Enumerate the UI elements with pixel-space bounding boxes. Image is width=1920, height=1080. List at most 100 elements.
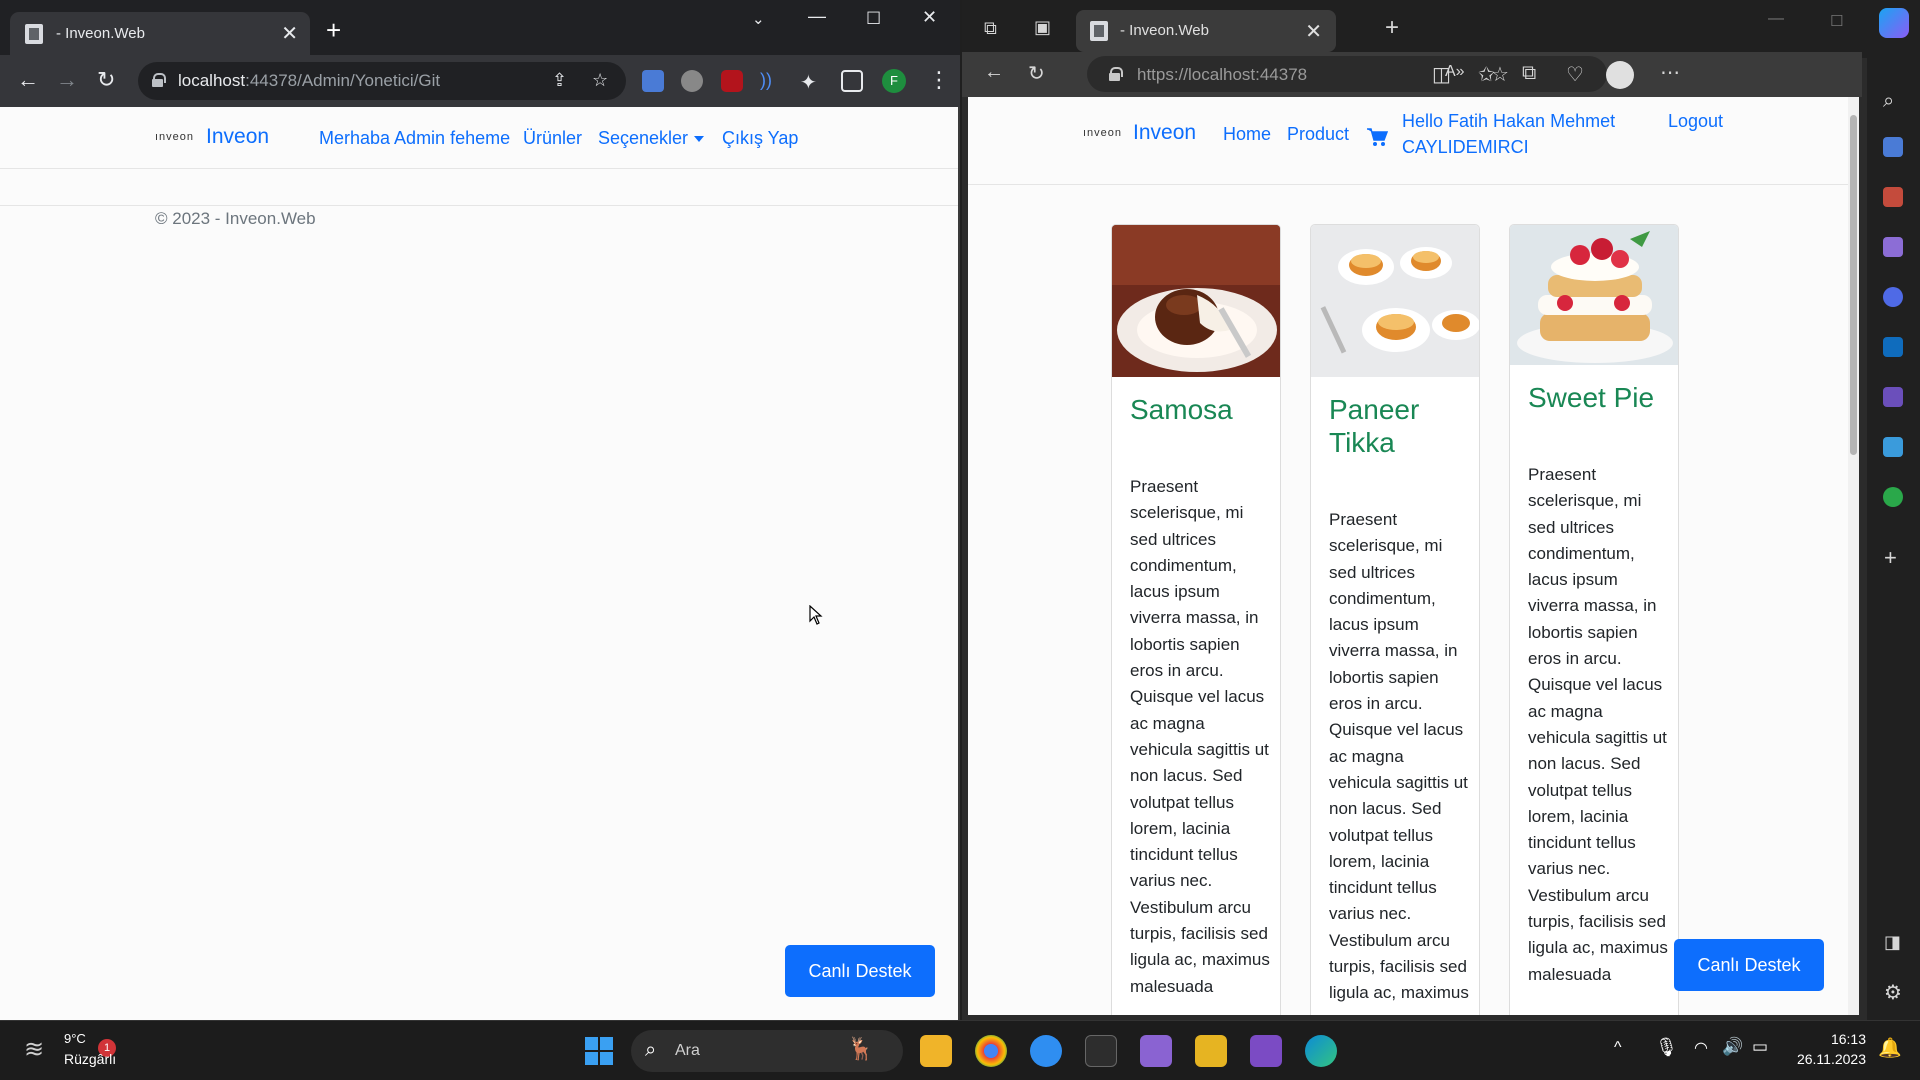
docker-icon[interactable]: [1030, 1035, 1062, 1067]
back-arrow-icon[interactable]: ←: [984, 61, 1004, 84]
product-image-flan[interactable]: [1311, 225, 1479, 377]
edge-taskbar-icon[interactable]: [1305, 1035, 1337, 1067]
product-title[interactable]: Sweet Pie: [1528, 381, 1668, 414]
nav-logout[interactable]: Çıkış Yap: [722, 128, 798, 149]
nav-greeting-line1[interactable]: Hello Fatih Hakan Mehmet: [1402, 111, 1615, 132]
outlook-icon[interactable]: [1883, 337, 1903, 357]
side-panel-icon[interactable]: [841, 70, 863, 92]
reload-icon[interactable]: ↻: [1028, 61, 1045, 86]
nav-home[interactable]: Home: [1223, 124, 1271, 145]
brand-link[interactable]: Inveon: [1133, 121, 1196, 145]
edge-new-tab-button[interactable]: +: [1385, 14, 1399, 42]
brand-logo-small[interactable]: ınveon: [1083, 127, 1122, 139]
designer-icon[interactable]: [1883, 387, 1903, 407]
page-scrollbar[interactable]: [1848, 97, 1859, 1015]
wifi-icon[interactable]: ◠: [1694, 1038, 1708, 1058]
edge-tab-close-icon[interactable]: ✕: [1305, 19, 1322, 44]
product-title[interactable]: Paneer Tikka: [1329, 393, 1469, 459]
tools-briefcase-icon[interactable]: [1883, 187, 1903, 207]
brand-logo-small[interactable]: ınveon: [155, 131, 194, 143]
nav-options-dropdown[interactable]: Seçenekler: [598, 128, 705, 149]
terminal-icon[interactable]: [1085, 1035, 1117, 1067]
nav-greeting-line2[interactable]: CAYLIDEMIRCI: [1402, 137, 1529, 158]
edge-menu-icon[interactable]: ⋯: [1660, 60, 1680, 85]
tree-icon[interactable]: [1883, 487, 1903, 507]
weather-wind-icon[interactable]: ≋: [24, 1035, 44, 1064]
volume-icon[interactable]: 🔊: [1722, 1037, 1743, 1057]
product-card[interactable]: Sweet Pie Praesent scelerisque, mi sed u…: [1509, 224, 1679, 1015]
chrome-tab-close-icon[interactable]: ✕: [281, 21, 298, 46]
notification-bell-icon[interactable]: 🔔: [1878, 1036, 1902, 1060]
clock-time[interactable]: 16:13: [1800, 1031, 1866, 1047]
chevron-up-icon[interactable]: ^: [1614, 1039, 1622, 1057]
collections-icon[interactable]: ⧉: [1522, 62, 1536, 85]
favorites-icon[interactable]: ✩: [1478, 62, 1495, 87]
product-description: Praesent scelerisque, mi sed ultrices co…: [1329, 510, 1469, 1003]
scrollbar-thumb[interactable]: [1850, 115, 1857, 455]
visual-studio-icon[interactable]: [1250, 1035, 1282, 1067]
product-card[interactable]: Samosa Praesent scelerisque, mi sed ultr…: [1111, 224, 1281, 1015]
share-icon[interactable]: ⇪: [552, 70, 567, 91]
weather-temp[interactable]: 9°C: [64, 1031, 86, 1046]
hide-sidebar-icon[interactable]: ◨: [1884, 932, 1901, 953]
chrome-tab[interactable]: - Inveon.Web ✕: [10, 12, 310, 55]
tab-actions-icon[interactable]: ▣: [1034, 17, 1051, 38]
chrome-new-tab-button[interactable]: +: [326, 17, 341, 43]
chrome-profile-avatar[interactable]: F: [882, 69, 906, 93]
translate-extension-icon[interactable]: [642, 70, 664, 92]
live-support-button[interactable]: Canlı Destek: [785, 945, 935, 997]
sound-extension-icon[interactable]: )): [760, 70, 782, 92]
sidebar-settings-gear-icon[interactable]: ⚙: [1884, 980, 1902, 1005]
product-image-chocolate-cake[interactable]: [1112, 225, 1280, 377]
add-sidebar-app-icon[interactable]: +: [1884, 545, 1897, 571]
edge-window: ⧉ ▣ - Inveon.Web ✕ + — ☐ ✕ ← ↻ https://l…: [962, 0, 1920, 1020]
clock-date[interactable]: 26.11.2023: [1790, 1051, 1866, 1067]
edge-profile-avatar[interactable]: [1606, 61, 1634, 89]
brand-link[interactable]: Inveon: [206, 125, 269, 149]
edge-minimize-icon[interactable]: —: [1768, 10, 1784, 28]
nav-logout[interactable]: Logout: [1668, 111, 1723, 132]
back-arrow-icon[interactable]: ←: [17, 67, 39, 93]
clipchamp-icon[interactable]: [1140, 1035, 1172, 1067]
extension-face-icon[interactable]: [681, 70, 703, 92]
edge-maximize-icon[interactable]: ☐: [1830, 12, 1843, 30]
microphone-icon[interactable]: 🎙: [1655, 1037, 1678, 1058]
nav-product[interactable]: Product: [1287, 124, 1349, 145]
chrome-tab-search-icon[interactable]: ⌄: [752, 10, 765, 28]
games-icon[interactable]: [1883, 237, 1903, 257]
windows-start-icon[interactable]: [585, 1037, 613, 1065]
chrome-maximize-icon[interactable]: ☐: [866, 9, 881, 29]
drop-send-icon[interactable]: [1883, 437, 1903, 457]
product-image-strawberry-shortcake[interactable]: [1510, 225, 1678, 365]
reload-icon[interactable]: ↻: [97, 67, 115, 93]
product-title[interactable]: Samosa: [1130, 393, 1270, 426]
browser-essentials-icon[interactable]: ♡: [1566, 62, 1584, 87]
chrome-taskbar-icon[interactable]: [975, 1035, 1007, 1067]
mouse-cursor-icon: [809, 605, 823, 625]
nav-products[interactable]: Ürünler: [523, 128, 582, 149]
taskbar-search-box[interactable]: ⌕ Ara 🦌: [631, 1030, 903, 1072]
microsoft-365-icon[interactable]: [1883, 287, 1903, 307]
live-support-button[interactable]: Canlı Destek: [1674, 939, 1824, 991]
forward-arrow-icon[interactable]: →: [56, 67, 78, 93]
weather-desc[interactable]: Rüzgârlı: [64, 1051, 116, 1067]
workspaces-icon[interactable]: ⧉: [984, 18, 997, 39]
chrome-minimize-icon[interactable]: —: [808, 6, 826, 27]
edge-tab[interactable]: - Inveon.Web ✕: [1076, 10, 1336, 52]
copilot-icon[interactable]: [1879, 8, 1909, 38]
chrome-menu-icon[interactable]: ⋮: [928, 67, 950, 93]
bookmark-star-icon[interactable]: ☆: [592, 70, 608, 91]
shopping-tag-icon[interactable]: [1883, 137, 1903, 157]
file-explorer-icon[interactable]: [920, 1035, 952, 1067]
nav-greeting[interactable]: Merhaba Admin feheme: [319, 128, 510, 149]
search-icon[interactable]: ⌕: [1883, 90, 1894, 113]
chrome-close-window-icon[interactable]: ✕: [922, 7, 937, 28]
ublock-extension-icon[interactable]: [721, 70, 743, 92]
split-screen-icon[interactable]: ◫: [1432, 62, 1451, 87]
puzzle-extensions-icon[interactable]: ✦: [800, 70, 822, 94]
paint-icon[interactable]: [1195, 1035, 1227, 1067]
shopping-cart-icon[interactable]: [1366, 127, 1388, 147]
product-card[interactable]: Paneer Tikka Praesent scelerisque, mi se…: [1310, 224, 1480, 1015]
chrome-address-bar[interactable]: localhost:44378/Admin/Yonetici/Git ⇪ ☆: [138, 62, 626, 100]
battery-icon[interactable]: ▭: [1752, 1037, 1768, 1057]
